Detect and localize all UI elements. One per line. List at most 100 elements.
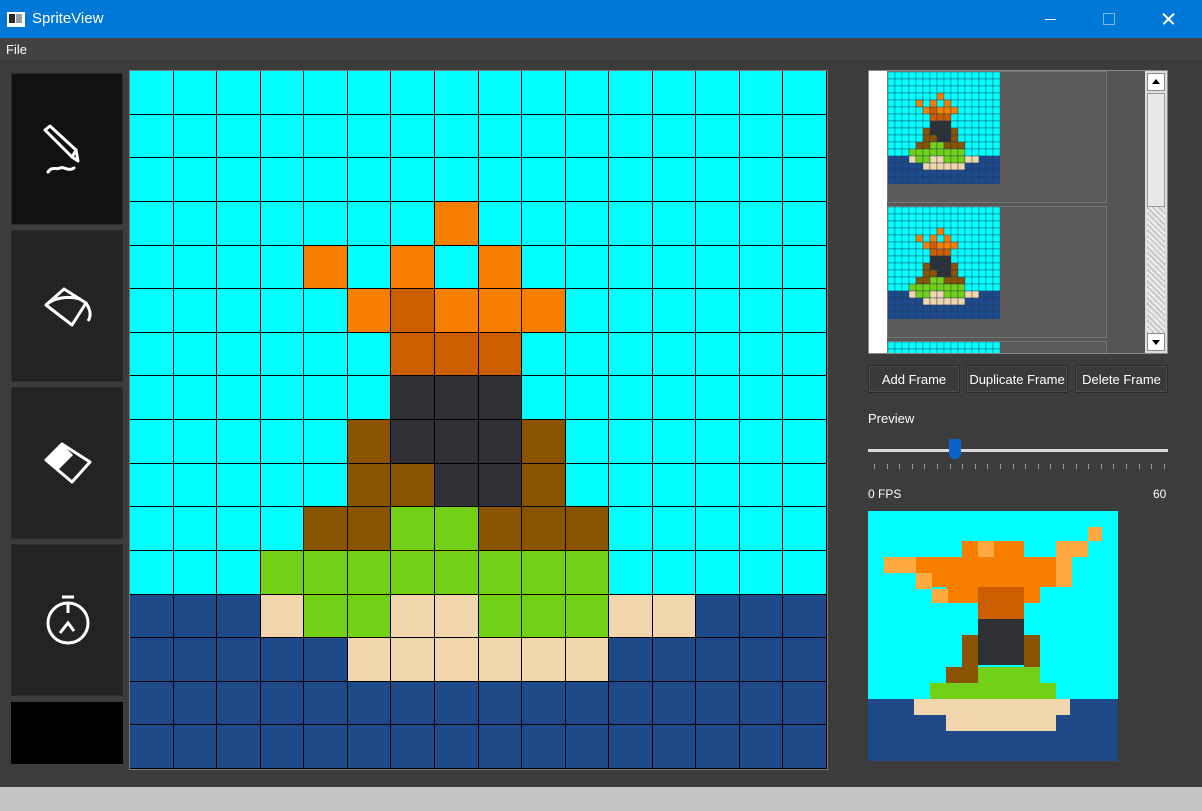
pixel-cell[interactable] xyxy=(609,638,653,682)
pixel-cell[interactable] xyxy=(217,420,261,464)
pixel-cell[interactable] xyxy=(478,245,523,290)
pixel-cell[interactable] xyxy=(260,245,305,290)
pixel-cell[interactable] xyxy=(609,332,653,377)
pixel-cell[interactable] xyxy=(565,681,610,726)
pixel-cell[interactable] xyxy=(217,332,261,377)
pixel-cell[interactable] xyxy=(783,681,827,726)
pixel-cell[interactable] xyxy=(565,158,610,202)
pixel-cell[interactable] xyxy=(260,550,305,595)
minimize-button[interactable] xyxy=(1022,0,1080,38)
pixel-cell[interactable] xyxy=(173,594,218,639)
pixel-cell[interactable] xyxy=(696,114,740,159)
pixel-cell[interactable] xyxy=(783,463,827,508)
pixel-cell[interactable] xyxy=(217,638,261,682)
pixel-cell[interactable] xyxy=(478,594,523,639)
pixel-cell[interactable] xyxy=(130,245,174,290)
pixel-cell[interactable] xyxy=(260,638,305,682)
pixel-cell[interactable] xyxy=(434,201,479,246)
scroll-thumb[interactable] xyxy=(1147,93,1165,207)
pixel-cell[interactable] xyxy=(173,289,218,333)
pixel-cell[interactable] xyxy=(391,550,435,595)
pixel-cell[interactable] xyxy=(652,550,697,595)
pixel-cell[interactable] xyxy=(391,420,435,464)
pixel-cell[interactable] xyxy=(609,725,653,769)
pixel-cell[interactable] xyxy=(565,420,610,464)
pixel-cell[interactable] xyxy=(478,332,523,377)
pixel-cell[interactable] xyxy=(304,114,348,159)
pixel-cell[interactable] xyxy=(522,681,566,726)
pixel-cell[interactable] xyxy=(304,594,348,639)
pixel-cell[interactable] xyxy=(478,158,523,202)
pixel-cell[interactable] xyxy=(739,289,784,333)
pixel-cell[interactable] xyxy=(217,507,261,551)
pixel-cell[interactable] xyxy=(217,114,261,159)
pixel-cell[interactable] xyxy=(783,420,827,464)
pixel-cell[interactable] xyxy=(565,376,610,420)
pixel-cell[interactable] xyxy=(522,71,566,115)
tool-color-picker[interactable] xyxy=(11,544,123,696)
pixel-cell[interactable] xyxy=(130,201,174,246)
pixel-cell[interactable] xyxy=(173,158,218,202)
pixel-cell[interactable] xyxy=(130,289,174,333)
pixel-cell[interactable] xyxy=(522,114,566,159)
pixel-cell[interactable] xyxy=(478,201,523,246)
pixel-cell[interactable] xyxy=(696,725,740,769)
pixel-cell[interactable] xyxy=(652,245,697,290)
pixel-cell[interactable] xyxy=(696,638,740,682)
pixel-cell[interactable] xyxy=(130,638,174,682)
pixel-cell[interactable] xyxy=(130,114,174,159)
close-button[interactable] xyxy=(1139,0,1197,38)
pixel-cell[interactable] xyxy=(609,158,653,202)
pixel-cell[interactable] xyxy=(217,681,261,726)
pixel-cell[interactable] xyxy=(347,463,392,508)
pixel-cell[interactable] xyxy=(173,71,218,115)
pixel-cell[interactable] xyxy=(478,463,523,508)
pixel-cell[interactable] xyxy=(260,725,305,769)
pixel-cell[interactable] xyxy=(130,681,174,726)
pixel-cell[interactable] xyxy=(522,463,566,508)
pixel-cell[interactable] xyxy=(696,158,740,202)
tool-eraser[interactable] xyxy=(11,387,123,539)
pixel-cell[interactable] xyxy=(696,71,740,115)
pixel-cell[interactable] xyxy=(217,289,261,333)
pixel-cell[interactable] xyxy=(347,71,392,115)
pixel-cell[interactable] xyxy=(260,289,305,333)
tool-pencil[interactable] xyxy=(11,73,123,225)
pixel-cell[interactable] xyxy=(478,638,523,682)
pixel-cell[interactable] xyxy=(652,681,697,726)
pixel-cell[interactable] xyxy=(347,681,392,726)
pixel-cell[interactable] xyxy=(434,681,479,726)
pixel-cell[interactable] xyxy=(783,114,827,159)
pixel-cell[interactable] xyxy=(522,550,566,595)
pixel-cell[interactable] xyxy=(652,463,697,508)
pixel-cell[interactable] xyxy=(391,114,435,159)
pixel-cell[interactable] xyxy=(217,725,261,769)
pixel-cell[interactable] xyxy=(652,420,697,464)
pixel-cell[interactable] xyxy=(304,638,348,682)
pixel-cell[interactable] xyxy=(739,201,784,246)
pixel-cell[interactable] xyxy=(609,420,653,464)
pixel-cell[interactable] xyxy=(173,725,218,769)
pixel-cell[interactable] xyxy=(783,245,827,290)
pixel-cell[interactable] xyxy=(609,376,653,420)
pixel-cell[interactable] xyxy=(783,725,827,769)
fps-slider[interactable] xyxy=(868,449,1168,452)
pixel-cell[interactable] xyxy=(696,594,740,639)
pixel-cell[interactable] xyxy=(783,638,827,682)
pixel-cell[interactable] xyxy=(565,507,610,551)
pixel-cell[interactable] xyxy=(434,376,479,420)
pixel-cell[interactable] xyxy=(391,71,435,115)
pixel-canvas[interactable] xyxy=(129,70,828,770)
pixel-cell[interactable] xyxy=(391,638,435,682)
pixel-cell[interactable] xyxy=(217,245,261,290)
current-color-swatch[interactable] xyxy=(11,702,123,764)
pixel-cell[interactable] xyxy=(347,725,392,769)
pixel-cell[interactable] xyxy=(217,71,261,115)
pixel-cell[interactable] xyxy=(478,71,523,115)
scroll-up-button[interactable] xyxy=(1147,73,1165,91)
pixel-cell[interactable] xyxy=(739,71,784,115)
pixel-cell[interactable] xyxy=(783,376,827,420)
pixel-cell[interactable] xyxy=(739,725,784,769)
pixel-cell[interactable] xyxy=(130,71,174,115)
pixel-cell[interactable] xyxy=(391,376,435,420)
